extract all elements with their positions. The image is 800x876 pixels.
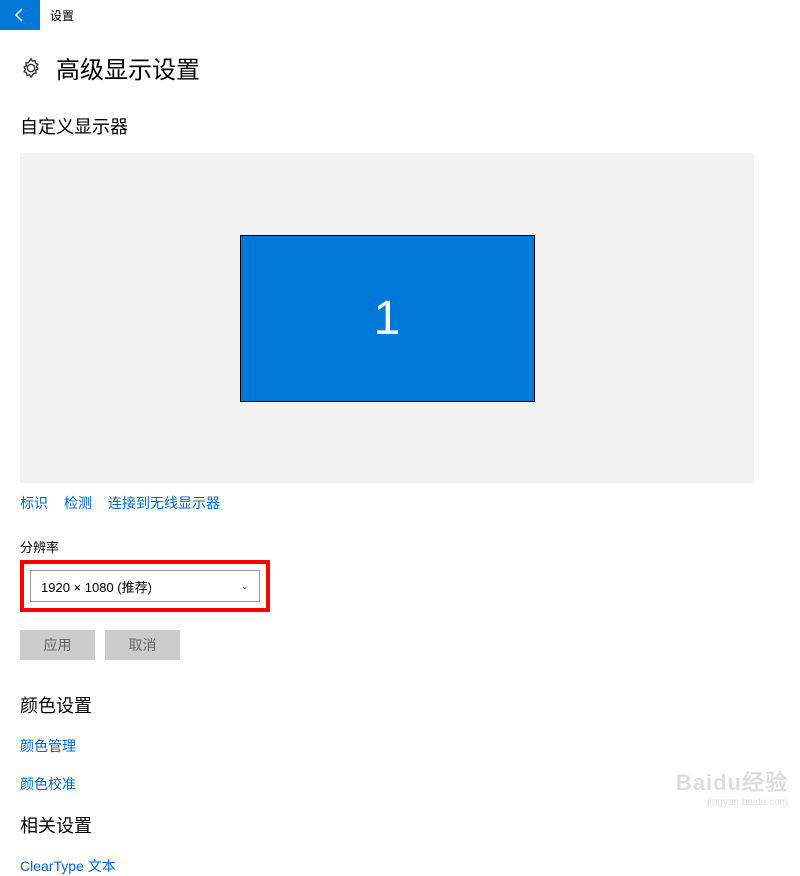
cancel-button[interactable]: 取消 xyxy=(105,630,180,660)
apply-button[interactable]: 应用 xyxy=(20,630,95,660)
resolution-label: 分辨率 xyxy=(20,537,780,556)
identify-link[interactable]: 标识 xyxy=(20,493,48,513)
customize-section-title: 自定义显示器 xyxy=(20,113,780,139)
cleartype-link[interactable]: ClearType 文本 xyxy=(20,856,780,876)
app-title: 设置 xyxy=(40,7,74,24)
resolution-highlight: 1920 × 1080 (推荐) ⌄ xyxy=(20,560,270,612)
page-title: 高级显示设置 xyxy=(56,50,200,85)
display-arrangement-area[interactable]: 1 xyxy=(20,153,754,483)
color-section-title: 颜色设置 xyxy=(20,692,780,718)
color-management-link[interactable]: 颜色管理 xyxy=(20,736,780,756)
back-button[interactable] xyxy=(0,0,40,30)
chevron-down-icon: ⌄ xyxy=(241,581,249,592)
arrow-left-icon xyxy=(12,7,28,23)
related-section-title: 相关设置 xyxy=(20,812,780,838)
resolution-dropdown[interactable]: 1920 × 1080 (推荐) ⌄ xyxy=(30,570,260,602)
color-calibration-link[interactable]: 颜色校准 xyxy=(20,774,780,794)
monitor-number: 1 xyxy=(374,291,401,346)
connect-wireless-link[interactable]: 连接到无线显示器 xyxy=(108,493,220,513)
gear-icon xyxy=(20,57,42,79)
resolution-selected-value: 1920 × 1080 (推荐) xyxy=(41,577,152,596)
monitor-tile-1[interactable]: 1 xyxy=(240,235,535,402)
detect-link[interactable]: 检测 xyxy=(64,493,92,513)
